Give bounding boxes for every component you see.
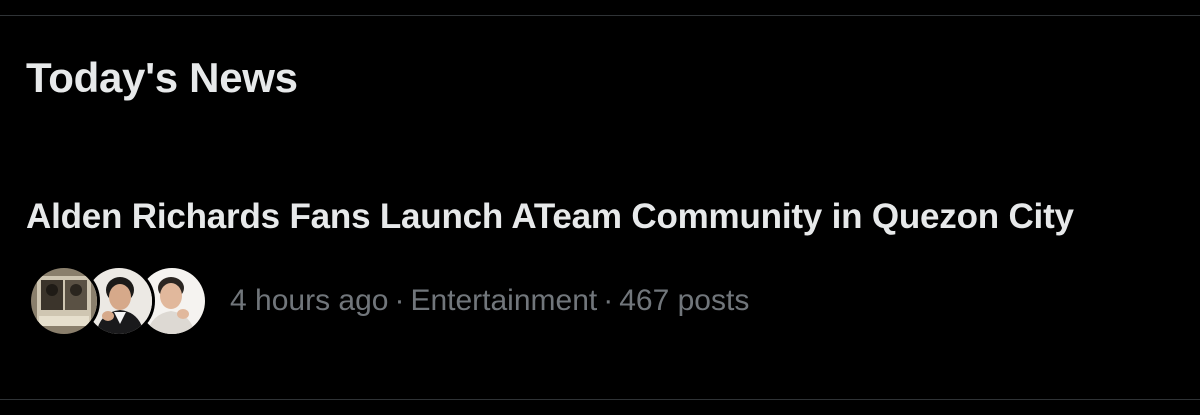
news-meta-text: 4 hours ago · Entertainment · 467 posts: [230, 281, 749, 321]
avatar-group: [28, 265, 208, 337]
meta-separator: ·: [394, 284, 405, 317]
news-meta: 4 hours ago · Entertainment · 467 posts: [28, 265, 749, 337]
bottom-divider: [0, 399, 1200, 400]
news-category[interactable]: Entertainment: [410, 284, 597, 317]
top-divider: [0, 15, 1200, 16]
section-title: Today's News: [26, 54, 298, 101]
news-item[interactable]: Alden Richards Fans Launch ATeam Communi…: [0, 170, 1200, 370]
news-time: 4 hours ago: [230, 284, 389, 317]
news-post-count: 467 posts: [619, 284, 750, 317]
avatar: [28, 265, 100, 337]
news-headline[interactable]: Alden Richards Fans Launch ATeam Communi…: [26, 194, 1074, 240]
avatar-photo-1-image: [31, 268, 97, 334]
meta-separator: ·: [603, 284, 614, 317]
